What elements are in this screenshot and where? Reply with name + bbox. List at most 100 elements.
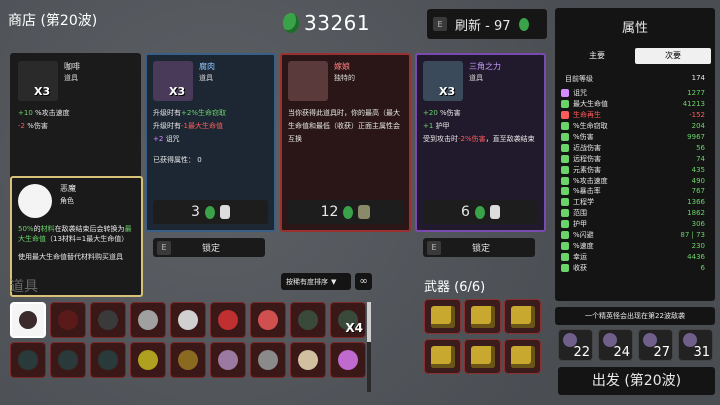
inventory-slot[interactable] xyxy=(130,302,166,338)
inventory-slot[interactable] xyxy=(170,302,206,338)
tab-main[interactable]: 主要 xyxy=(559,48,635,64)
item-name: 三角之力 xyxy=(469,62,501,71)
stat-icon xyxy=(561,133,569,141)
inventory-slot[interactable] xyxy=(290,302,326,338)
stat-name: 诅咒 xyxy=(573,89,587,98)
potion-icon xyxy=(258,310,278,330)
stat-value: 1862 xyxy=(687,209,705,218)
inventory-slot[interactable] xyxy=(10,342,46,378)
price-tag: 3 xyxy=(153,200,268,224)
minigun-icon xyxy=(511,306,535,328)
stat-icon xyxy=(561,176,569,185)
stat-name: 近战伤害 xyxy=(573,143,601,152)
weapon-slot[interactable] xyxy=(464,299,501,334)
scrollbar-thumb[interactable] xyxy=(367,302,371,342)
weapon-slot[interactable] xyxy=(464,339,501,374)
stat-icon xyxy=(561,231,569,240)
character-type: 角色 xyxy=(60,197,74,205)
binoculars-icon xyxy=(58,350,78,370)
stat-value: -152 xyxy=(689,111,705,120)
lock-button[interactable]: E 锁定 xyxy=(423,238,535,257)
stat-name: 范围 xyxy=(573,209,587,218)
weapon-slot[interactable] xyxy=(424,299,461,334)
inventory-slot[interactable] xyxy=(50,302,86,338)
stat-row: %生命窃取 204 xyxy=(561,121,705,132)
items-section-label: 道具 xyxy=(10,279,38,295)
shop-card-axolotl[interactable]: 嫁娘 独特的 当你获得此道具时，你的最高（最大生命值和最低（收获）正面主属性会互… xyxy=(280,53,411,232)
stat-row: 收获 6 xyxy=(561,262,705,273)
stat-value: 6 xyxy=(700,263,705,272)
stat-name: %暴击率 xyxy=(573,187,601,196)
stat-row: %攻击速度 490 xyxy=(561,175,705,186)
shop-card-triforce[interactable]: X3 三角之力 道具 +20 %伤害 +1 护甲 受到攻击时-2%伤害，直至敌袭… xyxy=(415,53,546,232)
stat-icon xyxy=(561,122,569,131)
stat-name: 远程伤害 xyxy=(573,154,601,163)
stat-value: 41213 xyxy=(682,100,705,109)
inventory-slot[interactable]: X4 xyxy=(330,302,366,338)
weapon-slot[interactable] xyxy=(424,339,461,374)
material-icon xyxy=(283,13,299,33)
stat-name: %速度 xyxy=(573,241,594,250)
weapon-slot[interactable] xyxy=(504,339,541,374)
character-description: 50%的材料在敌袭结束后会转换为最大生命值（13材料=1最大生命值） 使用最大生… xyxy=(18,225,132,261)
spider-icon xyxy=(98,310,118,330)
stat-value: 4436 xyxy=(687,252,705,261)
inventory-slot[interactable] xyxy=(90,302,126,338)
stat-value: 435 xyxy=(691,165,705,174)
demon-icon xyxy=(19,311,37,329)
wave-number: 31 xyxy=(693,345,710,360)
item-description: 升级时有+2%生命窃取 升级时有-1最大生命值 +2 诅咒 已获得属性： 0 xyxy=(153,109,226,164)
page-title: 商店 (第20波) xyxy=(8,13,98,29)
sort-button[interactable]: 按稀有度排序 ▼ xyxy=(281,273,351,290)
stat-row: 元素伤害 435 xyxy=(561,164,705,175)
item-description: 当你获得此道具时，你的最高（最大生命值和最低（收获）正面主属性会互换 xyxy=(288,109,400,143)
inventory-slot[interactable] xyxy=(250,342,286,378)
inventory-slot[interactable] xyxy=(130,342,166,378)
stat-value: 204 xyxy=(691,122,705,131)
inventory-slot[interactable] xyxy=(250,302,286,338)
refresh-button[interactable]: E 刷新 - 97 xyxy=(427,9,547,39)
stat-icon xyxy=(561,111,569,120)
stat-icon xyxy=(561,100,569,109)
inventory-slot[interactable] xyxy=(90,342,126,378)
inventory-slot[interactable] xyxy=(210,342,246,378)
tab-secondary[interactable]: 次要 xyxy=(635,48,711,64)
stats-title: 属性 xyxy=(621,21,648,36)
lock-button[interactable]: E 锁定 xyxy=(153,238,265,257)
minigun-icon xyxy=(431,306,455,328)
stat-row: 诅咒 1277 xyxy=(561,88,705,99)
inventory-slot[interactable] xyxy=(290,342,326,378)
shop-card-rotten-meat[interactable]: X3 腐肉 道具 升级时有+2%生命窃取 升级时有-1最大生命值 +2 诅咒 已… xyxy=(145,53,276,232)
go-button[interactable]: 出发 (第20波) xyxy=(558,367,715,395)
stat-value: 87 | 73 xyxy=(680,231,705,240)
stats-panel: 属性 主要 次要 目前等级 174 诅咒 1277 最大生命值 41213 生命再生 -15… xyxy=(555,8,715,301)
feather-icon xyxy=(338,350,358,370)
stat-name: 收获 xyxy=(573,263,587,272)
price-tag: 12 xyxy=(288,200,403,224)
inventory-slot[interactable] xyxy=(50,342,86,378)
stat-icon xyxy=(561,209,569,218)
item-icon xyxy=(358,205,371,219)
inventory-slot[interactable] xyxy=(10,302,46,338)
link-icon[interactable]: ∞ xyxy=(355,273,372,290)
stat-value: 74 xyxy=(696,154,705,163)
stat-name: 最大生命值 xyxy=(573,100,608,109)
stat-name: 护甲 xyxy=(573,220,587,229)
stat-row: 幸运 4436 xyxy=(561,251,705,262)
stat-icon xyxy=(561,187,569,196)
elite-enemy-wave: 24 xyxy=(598,329,633,361)
demon-icon xyxy=(18,184,52,218)
stat-icon xyxy=(561,143,569,152)
inventory-slot[interactable] xyxy=(210,302,246,338)
key-hint: E xyxy=(157,240,171,255)
stat-icon xyxy=(561,252,569,261)
stat-name: %闪避 xyxy=(573,231,594,240)
weapon-slot[interactable] xyxy=(504,299,541,334)
stat-name: %生命窃取 xyxy=(573,122,608,131)
weapons-section-label: 武器 (6/6) xyxy=(424,280,486,295)
inventory-slot[interactable] xyxy=(170,342,206,378)
inventory-slot[interactable] xyxy=(330,342,366,378)
stat-name: 工程学 xyxy=(573,198,594,207)
item-name: 嫁娘 xyxy=(334,62,350,71)
stat-row: 护甲 306 xyxy=(561,219,705,230)
